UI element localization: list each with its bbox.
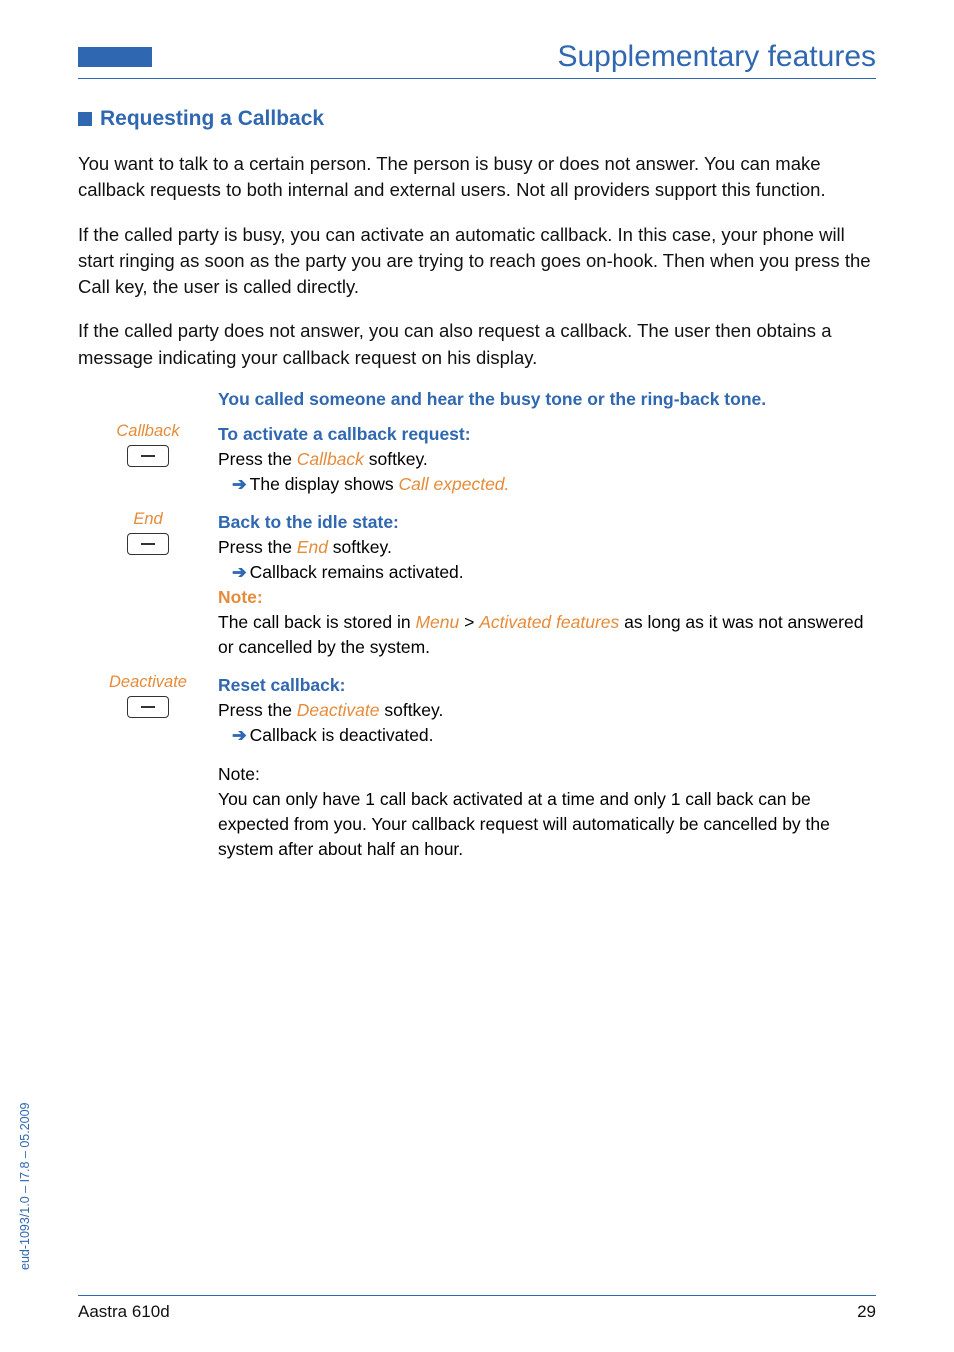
intro-paragraph-3: If the called party does not answer, you… <box>78 318 876 371</box>
softkey-icon <box>127 533 169 555</box>
document-id-vertical: eud-1093/1.0 – I7.8 – 05.2009 <box>18 1102 32 1270</box>
footer-product: Aastra 610d <box>78 1302 170 1322</box>
header-rule <box>78 78 876 79</box>
running-title: Supplementary features <box>557 40 876 74</box>
step-callback-title: To activate a callback request: <box>218 424 471 444</box>
steps-block: You called someone and hear the busy ton… <box>78 389 876 862</box>
arrow-icon: ➔ <box>232 562 247 582</box>
step-callback-line1c: softkey. <box>364 449 428 469</box>
step-end-note-gt: > <box>459 612 479 632</box>
lead-line: You called someone and hear the busy ton… <box>218 389 876 410</box>
softkey-label-callback: Callback <box>78 422 218 441</box>
arrow-icon: ➔ <box>232 725 247 745</box>
step-callback-line2b: Call expected. <box>399 474 510 494</box>
softkey-label-end: End <box>78 510 218 529</box>
step-end-note-b: Menu <box>415 612 459 632</box>
step-end-line1c: softkey. <box>328 537 392 557</box>
softkey-icon <box>127 696 169 718</box>
footer-rule <box>78 1295 876 1296</box>
final-note: Note: You can only have 1 call back acti… <box>218 762 876 861</box>
step-deactivate: Deactivate Reset callback: Press the Dea… <box>78 673 876 748</box>
softkey-icon <box>127 445 169 467</box>
intro-paragraph-2: If the called party is busy, you can act… <box>78 222 876 301</box>
step-end-title: Back to the idle state: <box>218 512 399 532</box>
arrow-icon: ➔ <box>232 474 247 494</box>
step-callback: Callback To activate a callback request:… <box>78 422 876 497</box>
footer-page-number: 29 <box>857 1302 876 1322</box>
step-end-note-c: Activated features <box>479 612 619 632</box>
step-end-line1a: Press the <box>218 537 297 557</box>
step-deactivate-line1c: softkey. <box>379 700 443 720</box>
section-title-text: Requesting a Callback <box>100 107 324 130</box>
page-footer: Aastra 610d 29 <box>78 1295 876 1322</box>
step-end-note-a: The call back is stored in <box>218 612 415 632</box>
step-end-note-label: Note: <box>218 587 263 607</box>
step-deactivate-line2: Callback is deactivated. <box>250 725 434 745</box>
running-head: Supplementary features <box>78 40 876 79</box>
step-deactivate-title: Reset callback: <box>218 675 345 695</box>
softkey-label-deactivate: Deactivate <box>78 673 218 692</box>
step-end-line2: Callback remains activated. <box>250 562 464 582</box>
header-accent-bar <box>78 47 152 67</box>
step-deactivate-line1b: Deactivate <box>297 700 380 720</box>
intro-paragraph-1: You want to talk to a certain person. Th… <box>78 151 876 204</box>
square-bullet-icon <box>78 112 92 126</box>
step-end: End Back to the idle state: Press the En… <box>78 510 876 659</box>
final-note-text: You can only have 1 call back activated … <box>218 787 876 862</box>
step-deactivate-line1a: Press the <box>218 700 297 720</box>
step-callback-line2a: The display shows <box>250 474 399 494</box>
step-callback-line1b: Callback <box>297 449 364 469</box>
final-note-label: Note: <box>218 764 260 784</box>
section-title: Requesting a Callback <box>78 107 876 131</box>
step-end-line1b: End <box>297 537 328 557</box>
step-callback-line1a: Press the <box>218 449 297 469</box>
